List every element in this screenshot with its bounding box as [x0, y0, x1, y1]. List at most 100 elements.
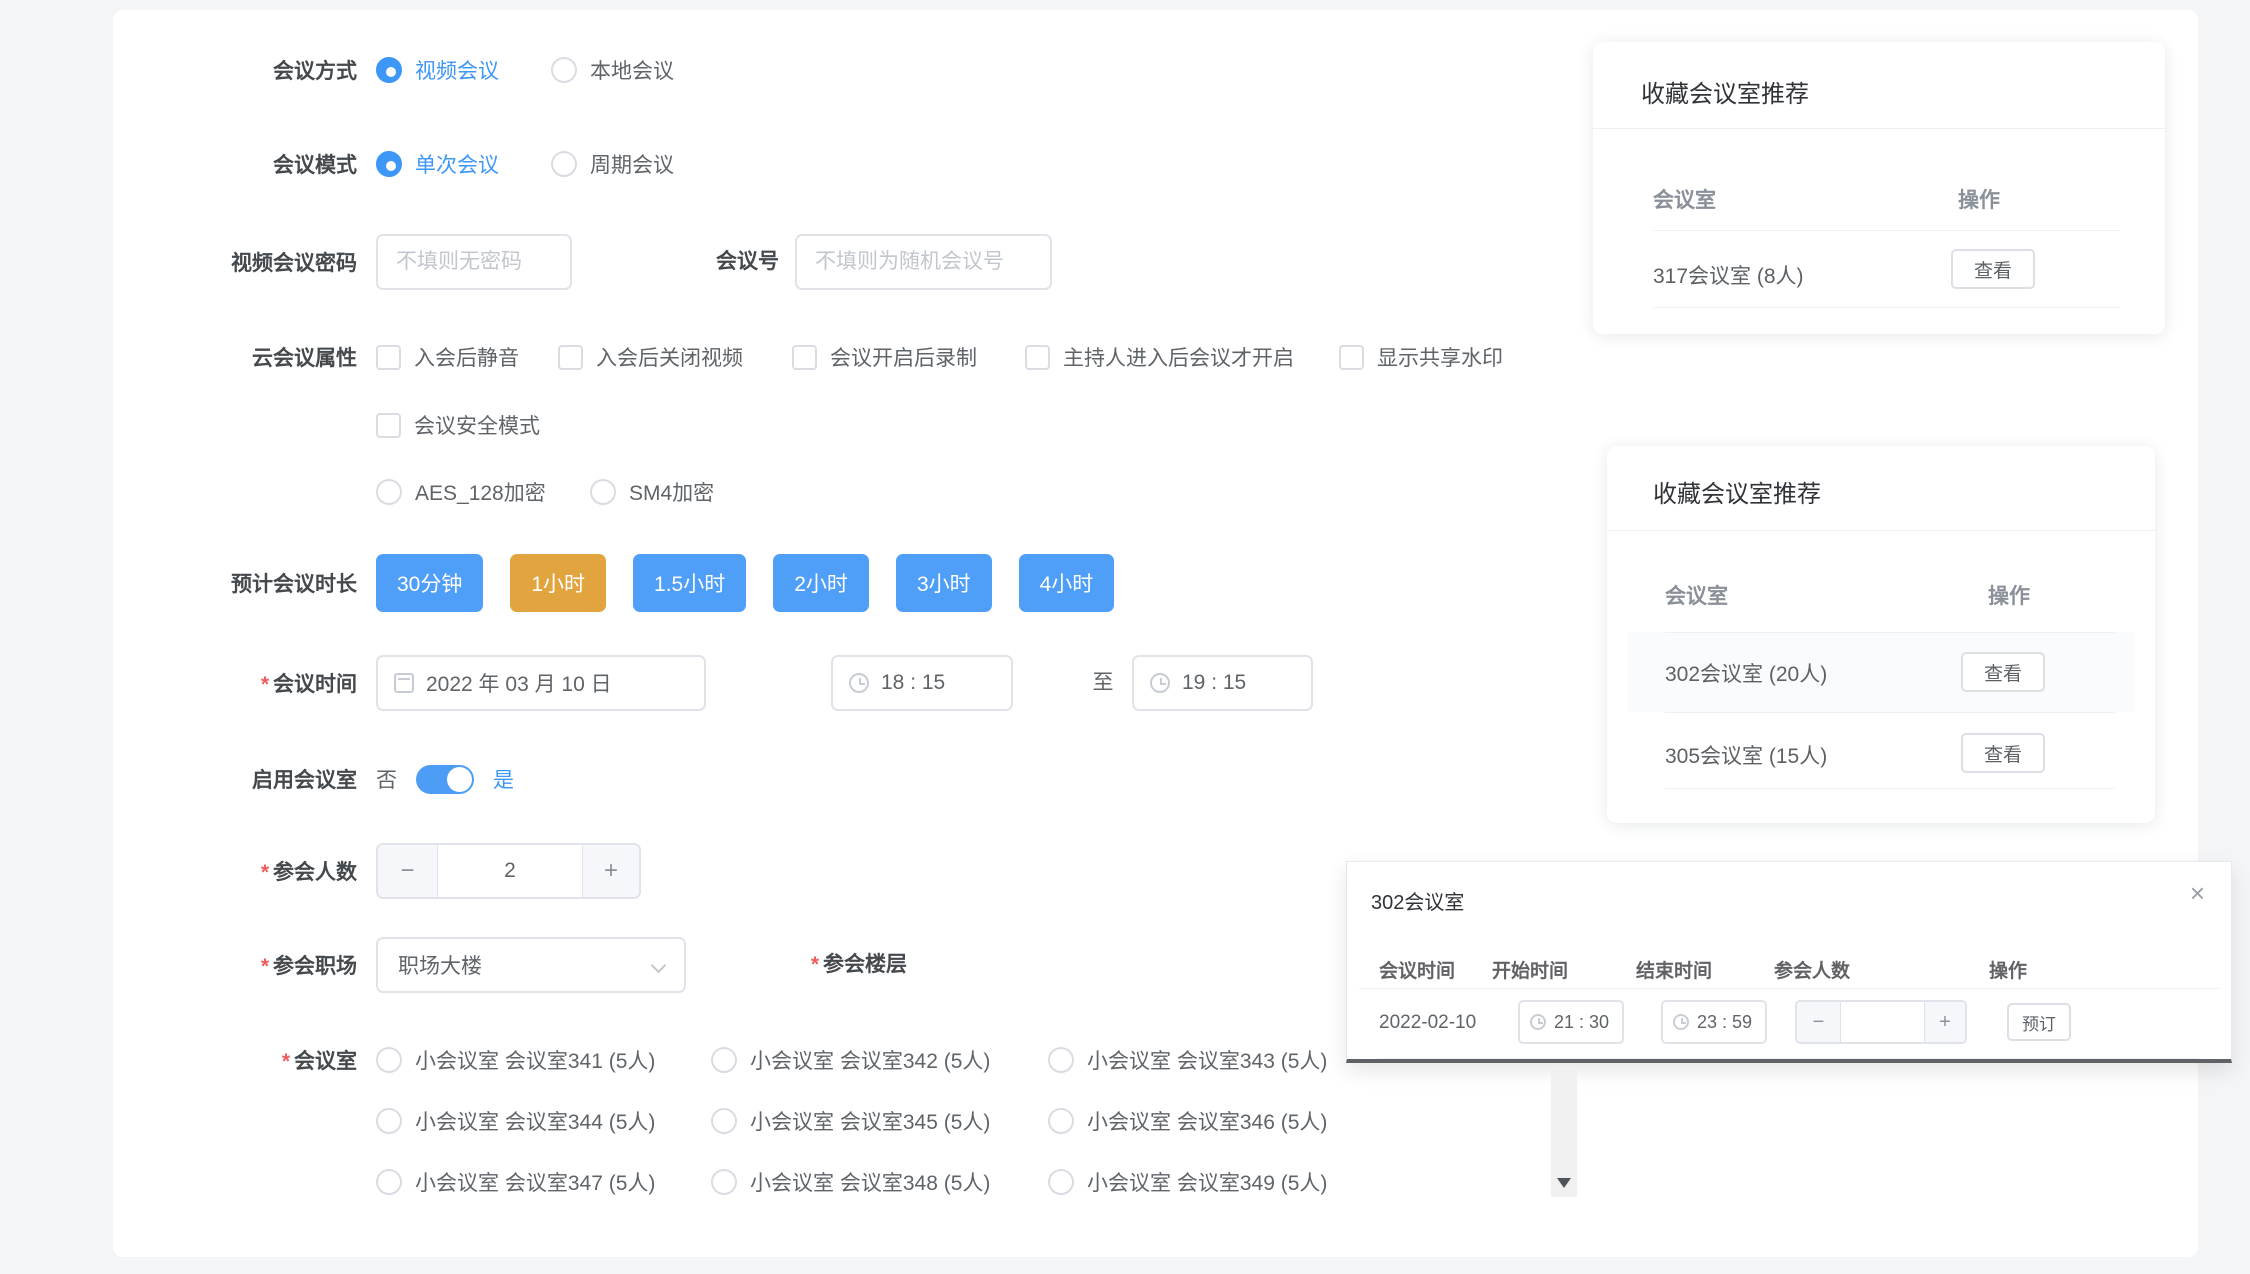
toggle-off-label: 否 — [376, 764, 397, 794]
radio-icon[interactable] — [376, 1169, 402, 1195]
radio-selected-icon[interactable] — [376, 151, 402, 177]
radio-room-347[interactable]: 小会议室 会议室347 (5人) — [376, 1167, 655, 1197]
radio-room-342[interactable]: 小会议室 会议室342 (5人) — [711, 1045, 990, 1075]
checkbox-icon[interactable] — [376, 413, 401, 438]
radio-video-meeting[interactable]: 视频会议 — [376, 55, 499, 85]
divider — [1665, 712, 2115, 713]
enable-room-toggle[interactable] — [416, 765, 474, 794]
duration-2h-button[interactable]: 2小时 — [773, 554, 869, 612]
radio-room-348[interactable]: 小会议室 会议室348 (5人) — [711, 1167, 990, 1197]
book-room-button[interactable]: 预订 — [2007, 1003, 2071, 1041]
duration-3h-button[interactable]: 3小时 — [896, 554, 992, 612]
radio-room-345[interactable]: 小会议室 会议室345 (5人) — [711, 1106, 990, 1136]
workplace-select[interactable]: 职场大楼 — [376, 937, 686, 993]
required-star: * — [261, 861, 269, 884]
stepper-plus-button[interactable]: + — [1924, 1002, 1965, 1042]
row-cloud-attrs: 云会议属性 入会后静音 入会后关闭视频 会议开启后录制 主持人进入后会议才开启 … — [113, 340, 1533, 374]
radio-room-344[interactable]: 小会议室 会议室344 (5人) — [376, 1106, 655, 1136]
checkbox-icon[interactable] — [1339, 345, 1364, 370]
meeting-time-label: *会议时间 — [113, 668, 357, 698]
radio-room-349[interactable]: 小会议室 会议室349 (5人) — [1048, 1167, 1327, 1197]
radio-icon[interactable] — [1048, 1169, 1074, 1195]
radio-icon[interactable] — [711, 1047, 737, 1073]
radio-selected-icon[interactable] — [376, 57, 402, 83]
view-room-button[interactable]: 查看 — [1951, 249, 2035, 289]
stepper-minus-button[interactable]: − — [1797, 1002, 1841, 1042]
checkbox-share-watermark[interactable]: 显示共享水印 — [1339, 340, 1503, 374]
radio-sm4[interactable]: SM4加密 — [590, 477, 714, 507]
radio-icon[interactable] — [1048, 1047, 1074, 1073]
checkbox-start-after-host[interactable]: 主持人进入后会议才开启 — [1025, 340, 1294, 374]
close-icon[interactable]: × — [2190, 880, 2205, 906]
scroll-down-arrow-icon[interactable] — [1557, 1178, 1571, 1188]
stepper-minus-button[interactable]: − — [378, 845, 438, 897]
radio-local-meeting[interactable]: 本地会议 — [551, 55, 674, 85]
duration-30min-button[interactable]: 30分钟 — [376, 554, 483, 612]
meeting-no-label: 会议号 — [705, 236, 779, 288]
divider — [1665, 632, 2115, 633]
checkbox-icon[interactable] — [376, 345, 401, 370]
radio-icon[interactable] — [551, 151, 577, 177]
popup-col-action: 操作 — [1989, 956, 2027, 983]
card-title: 收藏会议室推荐 — [1641, 74, 1809, 109]
start-time-picker[interactable]: 18 : 15 — [831, 655, 1013, 711]
radio-icon[interactable] — [376, 1108, 402, 1134]
scrollbar[interactable] — [1551, 1067, 1577, 1197]
password-input[interactable] — [376, 234, 572, 290]
checkbox-mute-on-join[interactable]: 入会后静音 — [376, 340, 519, 374]
radio-icon[interactable] — [1048, 1108, 1074, 1134]
radio-icon[interactable] — [711, 1108, 737, 1134]
divider — [1607, 530, 2155, 531]
booking-end-value: 23 : 59 — [1697, 1012, 1752, 1033]
radio-icon[interactable] — [711, 1169, 737, 1195]
radio-icon[interactable] — [376, 1047, 402, 1073]
row-security-mode: 会议安全模式 — [113, 408, 1533, 442]
radio-icon[interactable] — [590, 479, 616, 505]
view-room-button[interactable]: 查看 — [1961, 733, 2045, 773]
row-duration: 预计会议时长 30分钟 1小时 1.5小时 2小时 3小时 4小时 — [113, 554, 1533, 612]
radio-label: 小会议室 会议室346 (5人) — [1087, 1106, 1327, 1136]
radio-aes128[interactable]: AES_128加密 — [376, 477, 546, 507]
checkbox-icon[interactable] — [792, 345, 817, 370]
calendar-icon — [394, 673, 414, 693]
checkbox-label: 入会后静音 — [414, 342, 519, 372]
duration-4h-button[interactable]: 4小时 — [1019, 554, 1115, 612]
view-room-button[interactable]: 查看 — [1961, 652, 2045, 692]
duration-1-5h-button[interactable]: 1.5小时 — [633, 554, 746, 612]
radio-room-343[interactable]: 小会议室 会议室343 (5人) — [1048, 1045, 1327, 1075]
row-password: 视频会议密码 会议号 — [113, 234, 1533, 290]
meeting-no-input[interactable] — [795, 234, 1052, 290]
meeting-mode-label: 会议模式 — [113, 149, 357, 179]
cloud-attrs-label: 云会议属性 — [113, 342, 357, 372]
checkbox-icon[interactable] — [1025, 345, 1050, 370]
checkbox-record-on-start[interactable]: 会议开启后录制 — [792, 340, 977, 374]
room-name: 302会议室 (20人) — [1665, 658, 1827, 688]
radio-recurring-meeting[interactable]: 周期会议 — [551, 149, 674, 179]
checkbox-icon[interactable] — [558, 345, 583, 370]
booking-end-time-picker[interactable]: 23 : 59 — [1661, 1000, 1767, 1044]
duration-1h-button[interactable]: 1小时 — [510, 554, 606, 612]
radio-icon[interactable] — [376, 479, 402, 505]
checkbox-video-off-on-join[interactable]: 入会后关闭视频 — [558, 340, 743, 374]
radio-room-346[interactable]: 小会议室 会议室346 (5人) — [1048, 1106, 1327, 1136]
booking-start-time-picker[interactable]: 21 : 30 — [1518, 1000, 1624, 1044]
required-star: * — [261, 955, 269, 978]
radio-single-meeting[interactable]: 单次会议 — [376, 149, 499, 179]
attendees-value[interactable]: 2 — [438, 845, 582, 897]
column-header-action: 操作 — [1988, 580, 2030, 610]
radio-room-341[interactable]: 小会议室 会议室341 (5人) — [376, 1045, 655, 1075]
radio-icon[interactable] — [551, 57, 577, 83]
row-meeting-time: *会议时间 2022 年 03 月 10 日 18 : 15 至 19 : 15 — [113, 655, 1533, 711]
room-name: 317会议室 (8人) — [1653, 260, 1804, 290]
checkbox-security-mode[interactable]: 会议安全模式 — [376, 408, 540, 442]
column-header-action: 操作 — [1958, 184, 2000, 214]
clock-icon — [1530, 1014, 1546, 1030]
end-time-picker[interactable]: 19 : 15 — [1132, 655, 1313, 711]
stepper-plus-button[interactable]: + — [582, 845, 639, 897]
divider — [1665, 788, 2115, 789]
row-rooms-1: *会议室 小会议室 会议室341 (5人) 小会议室 会议室342 (5人) 小… — [113, 1043, 1533, 1077]
radio-label: 小会议室 会议室342 (5人) — [750, 1045, 990, 1075]
booking-attendees-value[interactable] — [1841, 1002, 1924, 1042]
required-star: * — [811, 953, 819, 976]
date-picker[interactable]: 2022 年 03 月 10 日 — [376, 655, 706, 711]
